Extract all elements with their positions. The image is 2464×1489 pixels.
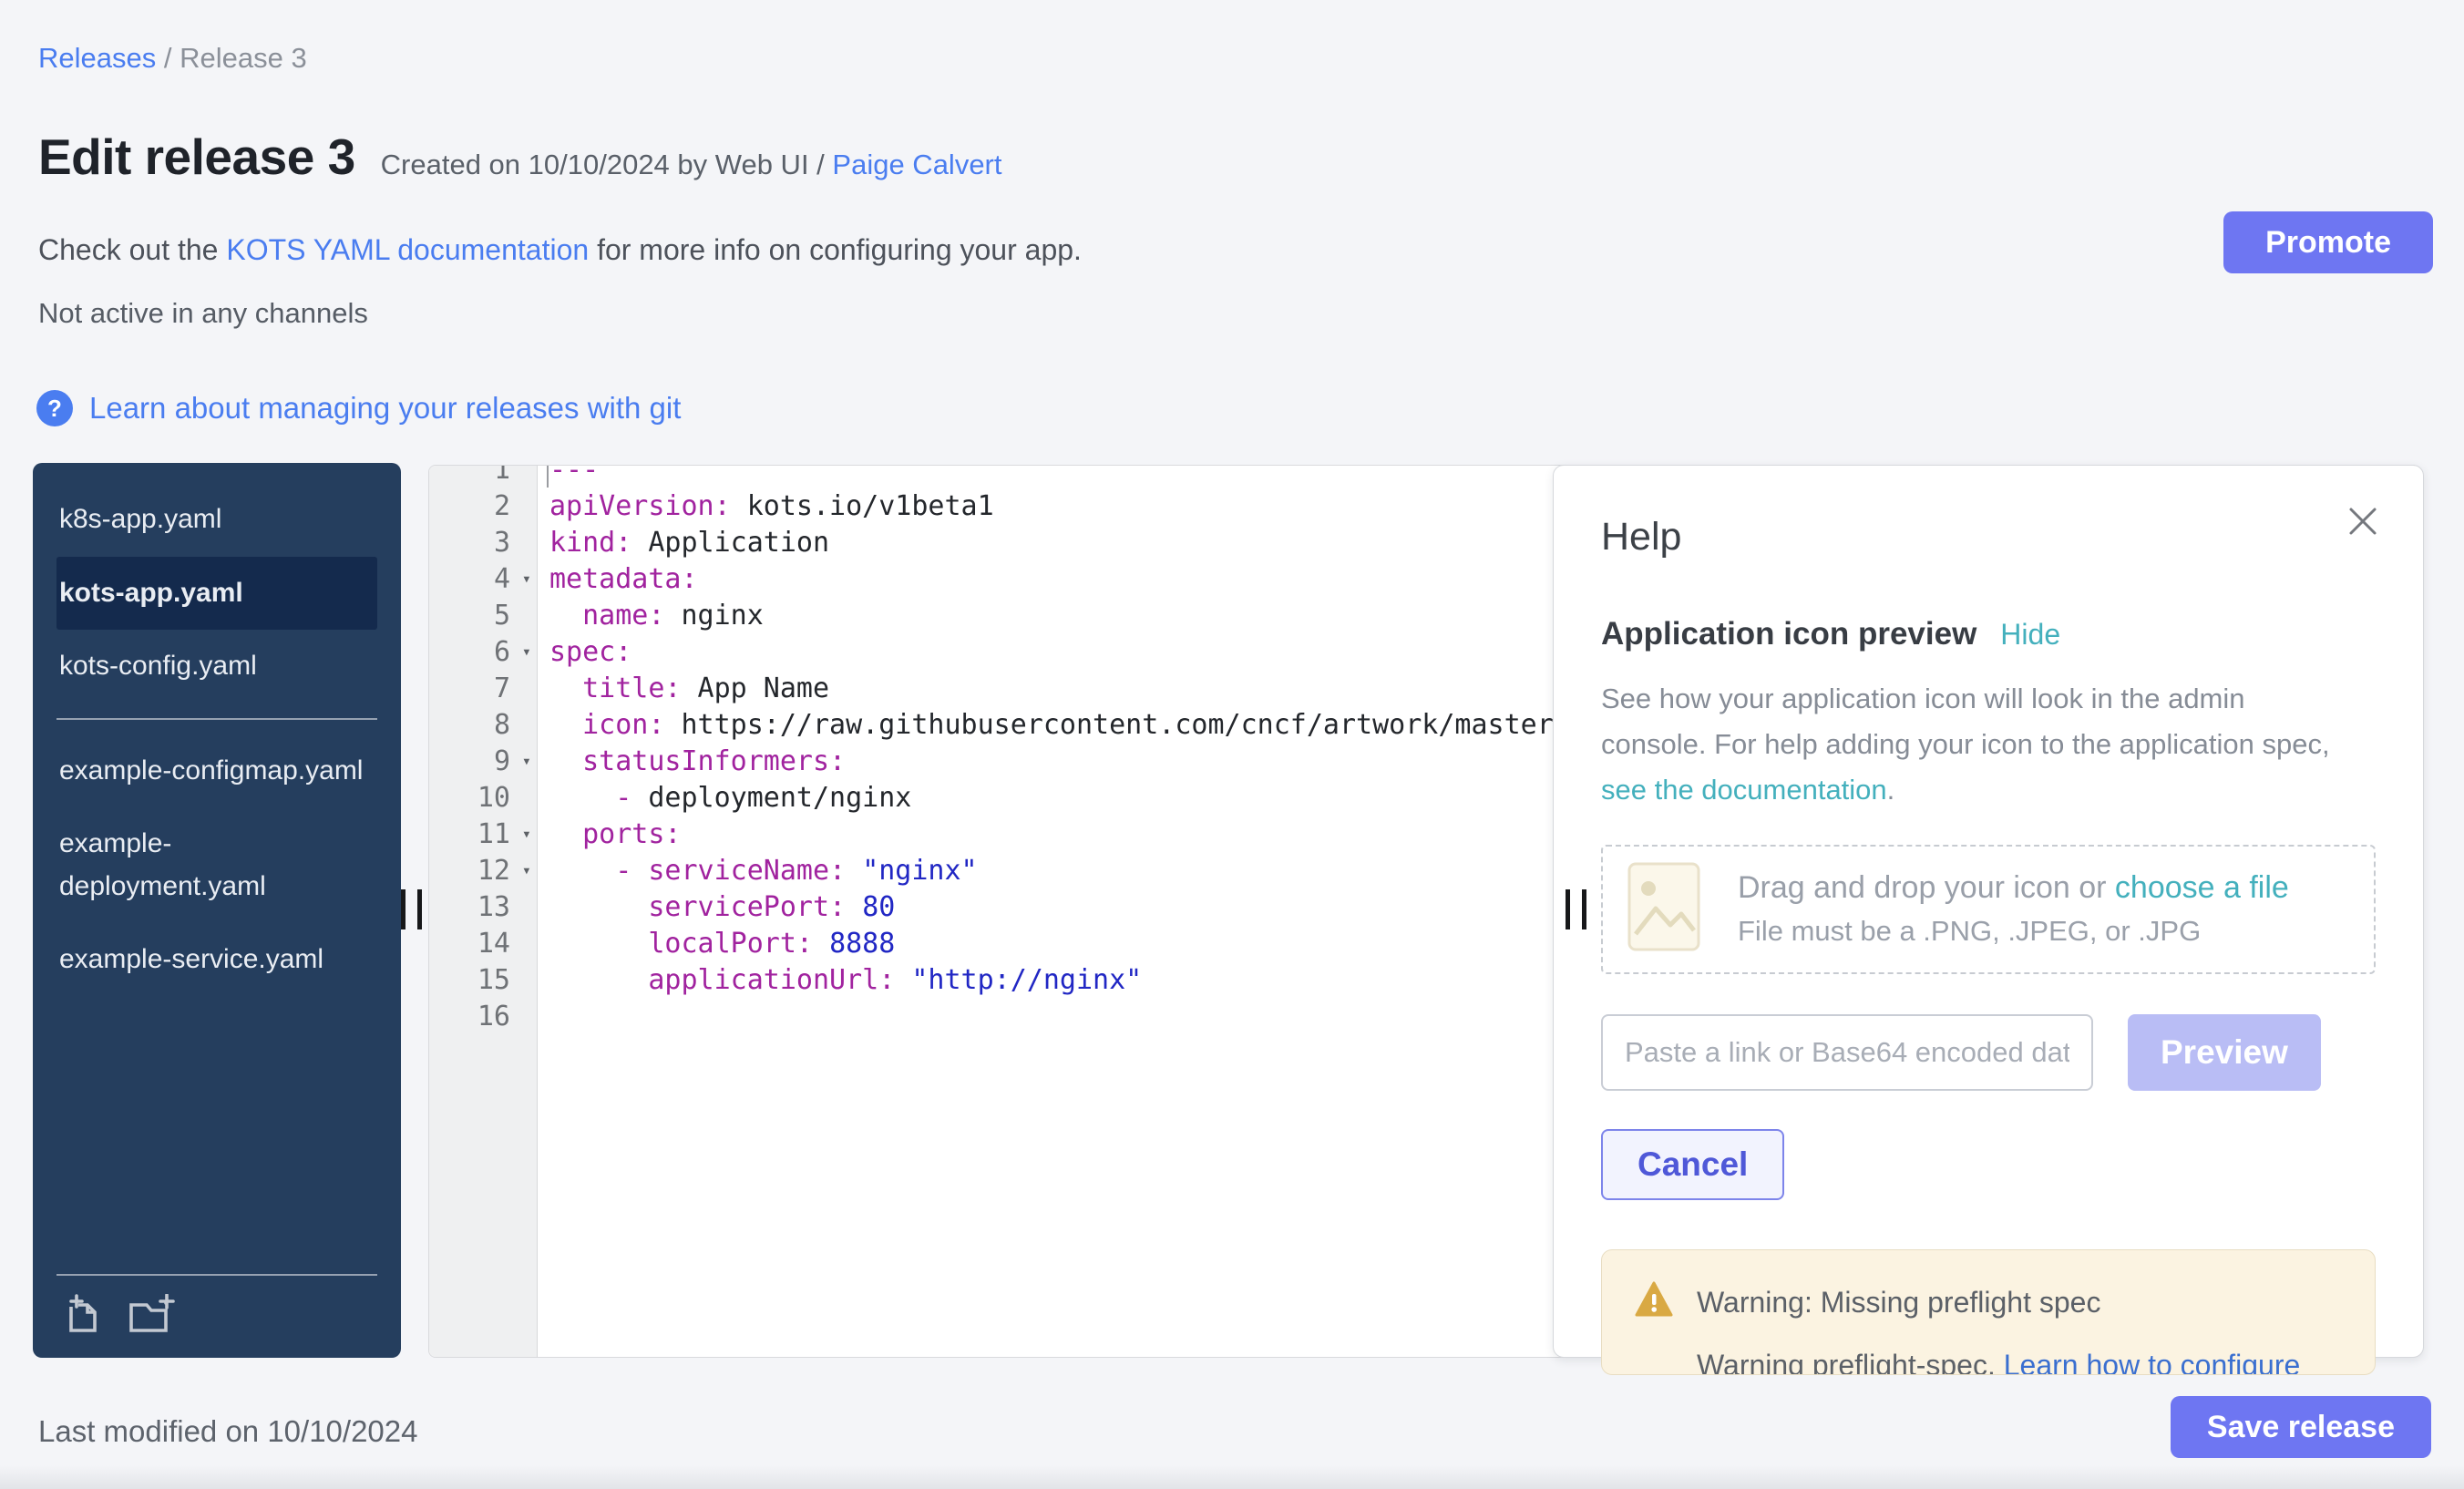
warning-text: Warning: Missing preflight spec [1697,1286,2100,1320]
breadcrumb-current: Release 3 [180,42,307,74]
help-resize-handle[interactable] [1566,889,1586,929]
line-number: 13 [429,891,537,923]
last-modified: Last modified on 10/10/2024 [38,1414,417,1449]
line-number: 15 [429,964,537,996]
breadcrumb-separator: / [156,42,180,74]
question-icon: ? [36,390,73,426]
line-number: 9▾ [429,745,537,777]
breadcrumb-releases-link[interactable]: Releases [38,42,156,74]
description-text: See how your application icon will look … [1601,683,2330,760]
line-number: 8 [429,709,537,741]
icon-dropzone[interactable]: Drag and drop your icon or choose a file… [1601,845,2376,974]
code-text: statusInformers: [537,745,846,777]
code-text: --- [537,465,599,486]
docs-prefix: Check out the [38,233,226,266]
git-releases-link[interactable]: Learn about managing your releases with … [89,391,681,426]
image-placeholder-icon [1627,861,1701,957]
code-text: title: App Name [537,673,829,704]
line-number: 16 [429,1001,537,1032]
code-text: name: nginx [537,600,764,632]
help-panel: Help Application icon preview Hide See h… [1553,465,2424,1358]
code-text: spec: [537,636,631,668]
promote-button[interactable]: Promote [2223,211,2433,273]
file-list-divider [56,718,377,720]
description-period: . [1887,774,1895,806]
fold-caret-icon[interactable]: ▾ [522,864,531,879]
breadcrumb: Releases / Release 3 [38,42,307,75]
save-release-button[interactable]: Save release [2171,1396,2431,1458]
file-list-kots: k8s-app.yamlkots-app.yamlkots-config.yam… [56,483,377,703]
code-text: ports: [537,818,682,850]
line-number: 1 [429,465,537,486]
line-number: 3 [429,527,537,559]
code-text: localPort: 8888 [537,928,895,960]
icon-preview-title: Application icon preview [1601,616,1976,652]
release-workspace: k8s-app.yamlkots-app.yamlkots-config.yam… [33,463,2431,1358]
preview-button[interactable]: Preview [2128,1014,2321,1091]
release-editor-page: Releases / Release 3 Edit release 3 Crea… [0,0,2464,1489]
line-number: 4▾ [429,563,537,595]
file-item-kots-app.yaml[interactable]: kots-app.yaml [56,557,377,631]
sidebar-resize-handle[interactable] [401,889,422,929]
see-documentation-link[interactable]: see the documentation [1601,774,1887,806]
docs-line: Check out the KOTS YAML documentation fo… [38,233,1082,267]
close-icon[interactable] [2343,502,2383,542]
fold-caret-icon[interactable]: ▾ [522,645,531,661]
line-number: 7 [429,673,537,704]
line-number: 10 [429,782,537,814]
learn-configure-link[interactable]: Learn how to configure [2004,1349,2301,1375]
code-text: kind: Application [537,527,829,559]
line-number: 11▾ [429,818,537,850]
file-sidebar: k8s-app.yamlkots-app.yamlkots-config.yam… [33,463,401,1358]
bottom-shadow [0,1465,2464,1489]
file-item-example-service.yaml[interactable]: example-service.yaml [56,923,377,997]
fold-caret-icon[interactable]: ▾ [522,755,531,770]
line-number: 14 [429,928,537,960]
warning-detail: Warning preflight-spec. Learn how to con… [1635,1349,2344,1375]
add-file-icon[interactable] [62,1294,104,1336]
created-text: Created on 10/10/2024 by Web UI / [381,149,833,180]
fold-caret-icon[interactable]: ▾ [522,827,531,843]
fold-caret-icon[interactable]: ▾ [522,572,531,588]
hide-link[interactable]: Hide [2000,618,2060,652]
code-text: icon: https://raw.githubusercontent.com/… [537,709,1570,741]
docs-suffix: for more info on configuring your app. [589,233,1082,266]
icon-preview-description: See how your application icon will look … [1601,676,2339,814]
add-folder-icon[interactable] [128,1294,175,1336]
dropzone-prefix: Drag and drop your icon or [1738,870,2115,905]
dropzone-filetypes: File must be a .PNG, .JPEG, or .JPG [1738,915,2289,948]
warning-icon [1635,1281,1673,1325]
file-list-examples: example-configmap.yamlexample-deployment… [56,734,377,997]
created-info: Created on 10/10/2024 by Web UI / Paige … [381,149,1002,181]
dropzone-text: Drag and drop your icon or choose a file [1738,870,2289,906]
channel-status: Not active in any channels [38,297,368,330]
line-number: 12▾ [429,855,537,887]
line-number: 2 [429,490,537,522]
warning-detail-text: Warning preflight-spec. [1697,1349,2004,1375]
code-text: servicePort: 80 [537,891,895,923]
preflight-warning: Warning: Missing preflight spec Warning … [1601,1249,2376,1375]
cancel-button[interactable]: Cancel [1601,1129,1784,1200]
kots-yaml-docs-link[interactable]: KOTS YAML documentation [226,233,589,266]
code-text: metadata: [537,563,698,595]
help-title: Help [1601,515,2376,560]
author-link[interactable]: Paige Calvert [832,149,1001,180]
icon-url-input[interactable] [1601,1014,2093,1091]
file-item-example-configmap.yaml[interactable]: example-configmap.yaml [56,734,377,808]
line-number: 6▾ [429,636,537,668]
file-item-kots-config.yaml[interactable]: kots-config.yaml [56,630,377,703]
line-number: 5 [429,600,537,632]
code-text: - serviceName: "nginx" [537,855,978,887]
page-title: Edit release 3 [38,128,355,186]
sidebar-bottom-divider [56,1274,377,1276]
code-text: apiVersion: kots.io/v1beta1 [537,490,994,522]
code-text: - deployment/nginx [537,782,911,814]
code-text: applicationUrl: "http://nginx" [537,964,1142,996]
file-item-k8s-app.yaml[interactable]: k8s-app.yaml [56,483,377,557]
file-item-example-deployment.yaml[interactable]: example-deployment.yaml [56,807,377,923]
choose-file-link[interactable]: choose a file [2115,870,2289,905]
